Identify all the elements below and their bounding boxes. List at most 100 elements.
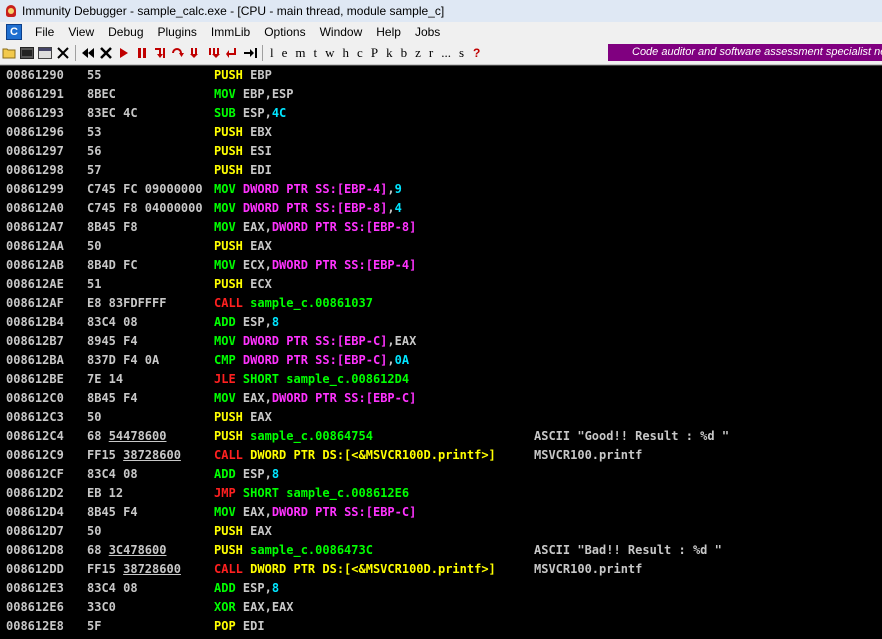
disasm-row[interactable]: 008612AE 51 PUSH ECX	[0, 275, 882, 294]
disasm-row[interactable]: 00861293 83EC 4C SUB ESP,4C	[0, 104, 882, 123]
disasm-row[interactable]: 008612AA 50 PUSH EAX	[0, 237, 882, 256]
memory-map-button[interactable]: m	[291, 45, 309, 61]
menu-view[interactable]: View	[61, 22, 101, 42]
disasm-row[interactable]: 008612C3 50 PUSH EAX	[0, 408, 882, 427]
trace-into-icon[interactable]	[189, 45, 203, 61]
threads-button[interactable]: t	[310, 45, 322, 61]
disasm-row[interactable]: 008612B7 8945 F4 MOV DWORD PTR SS:[EBP-C],…	[0, 332, 882, 351]
instruction: CMP DWORD PTR SS:[EBP-C],0A	[214, 351, 409, 370]
disasm-row[interactable]: 008612E8 5F POP EDI	[0, 617, 882, 636]
disasm-row[interactable]: 008612BE 7E 14 JLE SHORT sample_c.008612D4	[0, 370, 882, 389]
disasm-row[interactable]: 008612C9 FF15 38728600 CALL DWORD PTR DS:[…	[0, 446, 882, 465]
disasm-row[interactable]: 008612A0 C745 F8 04000000 MOV DWORD PTR SS…	[0, 199, 882, 218]
handles-button[interactable]: h	[339, 45, 354, 61]
disasm-row[interactable]: 008612E3 83C4 08 ADD ESP,8	[0, 579, 882, 598]
address: 008612A7	[6, 220, 64, 234]
executable-modules-button[interactable]: e	[278, 45, 292, 61]
source-button[interactable]: s	[455, 45, 468, 61]
hex-dump: 33C0	[87, 600, 116, 614]
disasm-row[interactable]: 008612AF E8 83FDFFFF CALL sample_c.0086103…	[0, 294, 882, 313]
pause-icon[interactable]	[135, 45, 149, 61]
disasm-row[interactable]: 008612D8 68 3C478600 PUSH sample_c.0086473…	[0, 541, 882, 560]
menu-debug[interactable]: Debug	[101, 22, 150, 42]
disasm-row[interactable]: 008612DD FF15 38728600 CALL DWORD PTR DS:[…	[0, 560, 882, 579]
title-bar[interactable]: Immunity Debugger - sample_calc.exe - [C…	[0, 0, 882, 23]
menu-jobs[interactable]: Jobs	[408, 22, 447, 42]
windows-button[interactable]: w	[321, 45, 338, 61]
disasm-row[interactable]: 008612AB 8B4D FC MOV ECX,DWORD PTR SS:[EBP…	[0, 256, 882, 275]
disasm-row[interactable]: 008612CF 83C4 08 ADD ESP,8	[0, 465, 882, 484]
operand: ESP	[242, 315, 265, 329]
step-over-icon[interactable]	[171, 45, 185, 61]
cpu-button[interactable]: c	[353, 45, 367, 61]
hex-dump: 83EC 4C	[87, 106, 138, 120]
disasm-row[interactable]: 008612BA 837D F4 0A CMP DWORD PTR SS:[EBP-…	[0, 351, 882, 370]
run-icon[interactable]	[117, 45, 131, 61]
disasm-row[interactable]: 00861298 57 PUSH EDI	[0, 161, 882, 180]
disasm-row[interactable]: 008612D2 EB 12 JMP SHORT sample_c.008612E6	[0, 484, 882, 503]
menu-options[interactable]: Options	[257, 22, 312, 42]
restart-icon[interactable]	[81, 45, 95, 61]
mnemonic: MOV	[214, 201, 243, 215]
operand: ECX	[250, 277, 272, 291]
address: 008612B4	[6, 315, 64, 329]
menu-help[interactable]: Help	[369, 22, 408, 42]
operand: EAX	[271, 600, 294, 614]
operand: ,	[264, 467, 272, 481]
promo-banner[interactable]: Code auditor and software assessment spe…	[608, 44, 882, 61]
mnemonic: SUB	[214, 106, 243, 120]
window-icon[interactable]	[38, 45, 52, 61]
menu-window[interactable]: Window	[313, 22, 370, 42]
operand: EBP	[250, 68, 272, 82]
instruction: PUSH ECX	[214, 275, 272, 294]
operand: ESI	[250, 144, 272, 158]
disasm-row[interactable]: 008612A7 8B45 F8 MOV EAX,DWORD PTR SS:[EBP…	[0, 218, 882, 237]
close-program-icon[interactable]	[99, 45, 113, 61]
hardware-breakpoints-button[interactable]: z	[411, 45, 425, 61]
operand: DWORD PTR SS:[EBP-4]	[242, 182, 388, 196]
ladybug-icon	[4, 4, 18, 18]
hex-dump: 8B45 F4	[87, 505, 138, 519]
cpu-window-icon[interactable]: C	[6, 24, 22, 40]
patches-button[interactable]: P	[367, 45, 382, 61]
address: 008612AE	[6, 277, 64, 291]
disasm-row[interactable]: 008612E6 33C0 XOR EAX,EAX	[0, 598, 882, 617]
close-icon[interactable]	[56, 45, 70, 61]
open-folder-icon[interactable]	[2, 45, 16, 61]
address: 008612BE	[6, 372, 64, 386]
references-button[interactable]: r	[425, 45, 437, 61]
trace-over-icon[interactable]	[207, 45, 221, 61]
run-trace-button[interactable]: ...	[437, 45, 455, 61]
disasm-row[interactable]: 00861291 8BEC MOV EBP,ESP	[0, 85, 882, 104]
call-stack-button[interactable]: k	[382, 45, 397, 61]
window-title: Immunity Debugger - sample_calc.exe - [C…	[22, 4, 445, 18]
instruction: ADD ESP,8	[214, 465, 279, 484]
operand: DWORD PTR DS:[<&MSVCR100D.printf>]	[250, 448, 496, 462]
menu-plugins[interactable]: Plugins	[151, 22, 204, 42]
disasm-row[interactable]: 00861290 55 PUSH EBP	[0, 66, 882, 85]
address: 00861298	[6, 163, 64, 177]
help-button[interactable]: ?	[468, 46, 485, 60]
goto-address-icon[interactable]	[243, 45, 257, 61]
instruction: PUSH sample_c.00864754	[214, 427, 373, 446]
execute-till-return-icon[interactable]	[225, 45, 239, 61]
disasm-row[interactable]: 008612C4 68 54478600 PUSH sample_c.0086475…	[0, 427, 882, 446]
log-window-button[interactable]: l	[266, 45, 278, 61]
disasm-row[interactable]: 00861297 56 PUSH ESI	[0, 142, 882, 161]
menu-file[interactable]: File	[28, 22, 61, 42]
disasm-row[interactable]: 00861296 53 PUSH EBX	[0, 123, 882, 142]
disassembly-pane[interactable]: 00861290 55 PUSH EBP 00861291 8BEC MOV EBP,ES…	[0, 65, 882, 639]
terminal-icon[interactable]	[20, 45, 34, 61]
disasm-row[interactable]: 00861299 C745 FC 09000000 MOV DWORD PTR SS…	[0, 180, 882, 199]
operand: ,	[387, 182, 395, 196]
instruction: PUSH EBP	[214, 66, 272, 85]
disasm-row[interactable]: 008612C0 8B45 F4 MOV EAX,DWORD PTR SS:[EBP…	[0, 389, 882, 408]
step-into-icon[interactable]	[153, 45, 167, 61]
disasm-row[interactable]: 008612B4 83C4 08 ADD ESP,8	[0, 313, 882, 332]
address: 00861296	[6, 125, 64, 139]
menu-immlib[interactable]: ImmLib	[204, 22, 257, 42]
disasm-row[interactable]: 008612D7 50 PUSH EAX	[0, 522, 882, 541]
disasm-row[interactable]: 008612D4 8B45 F4 MOV EAX,DWORD PTR SS:[EBP…	[0, 503, 882, 522]
operand: ESP	[242, 581, 265, 595]
breakpoints-button[interactable]: b	[397, 45, 412, 61]
